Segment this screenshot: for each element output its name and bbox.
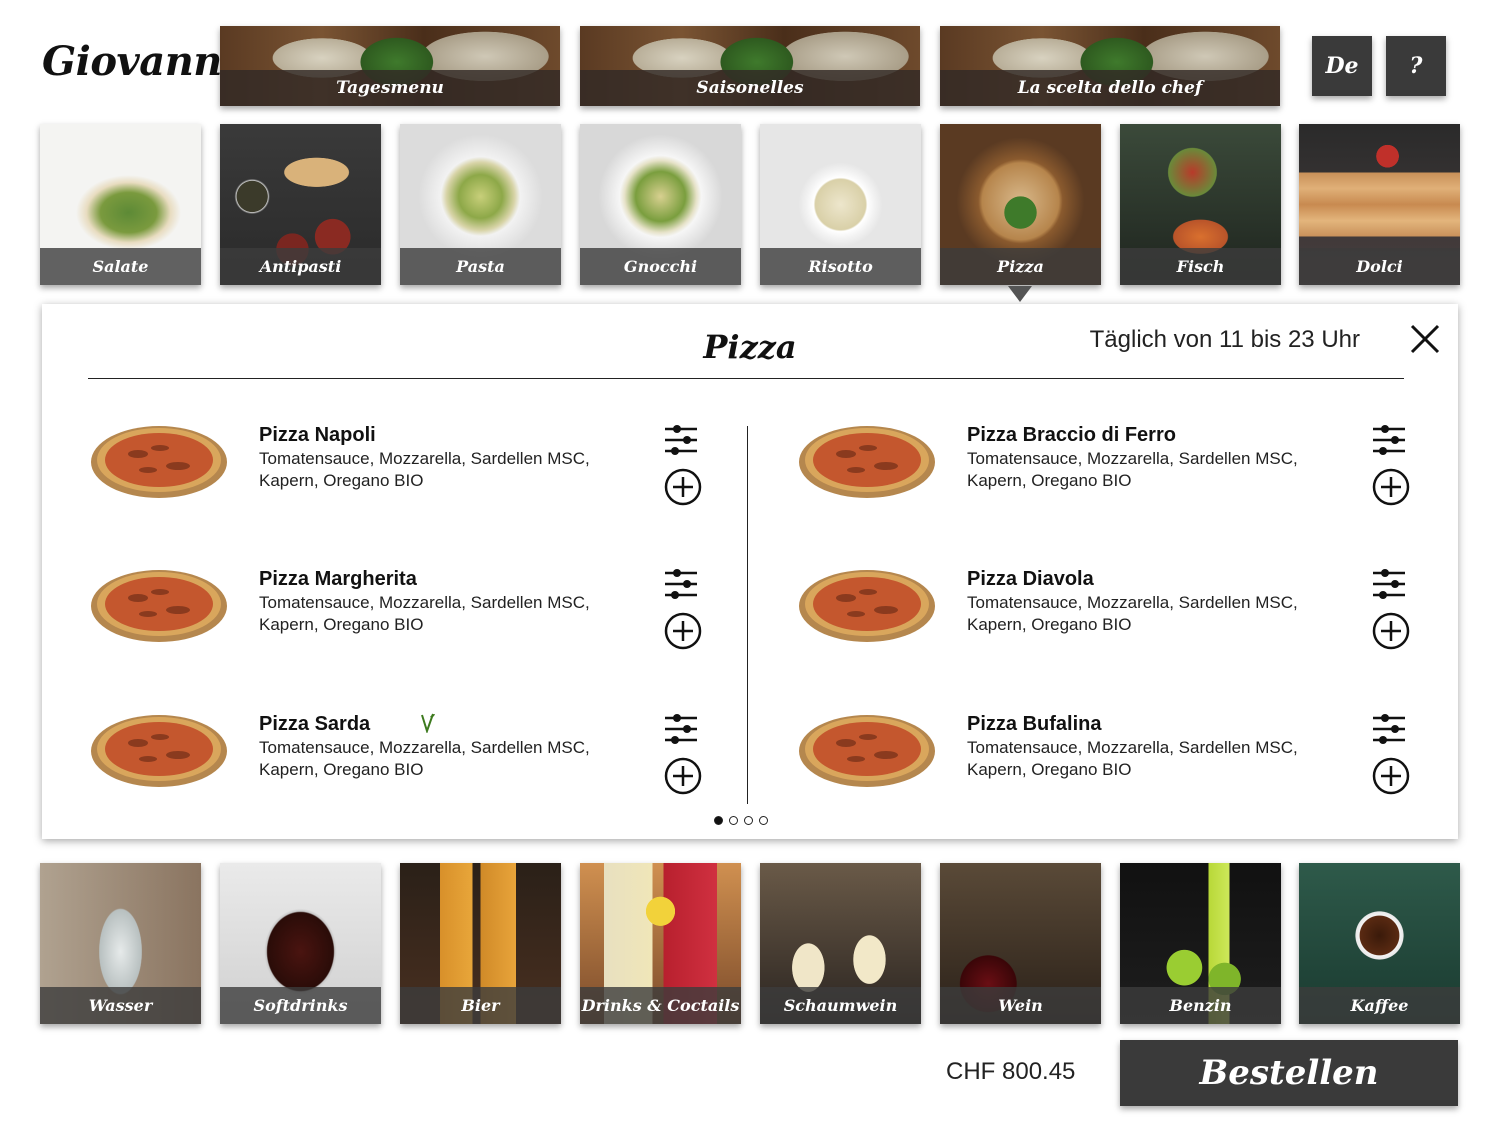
category-dolci[interactable]: Dolci: [1299, 124, 1460, 285]
category-label: Schaumwein: [760, 987, 921, 1024]
menu-item: Pizza Napoli Tomatensauce, Mozzarella, S…: [88, 408, 708, 508]
menu-item: Pizza Diavola Tomatensauce, Mozzarella, …: [796, 552, 1416, 652]
category-label: Pasta: [400, 248, 561, 285]
banner-label: Tagesmenu: [220, 70, 560, 106]
opening-hours: Täglich von 11 bis 23 Uhr: [1089, 326, 1360, 353]
add-to-order-icon[interactable]: [664, 612, 702, 650]
page-dot-4[interactable]: [759, 816, 768, 825]
brand-logo: Giovanni: [42, 38, 237, 85]
customize-icon[interactable]: [664, 712, 698, 746]
item-name: Pizza Margherita: [259, 568, 417, 590]
category-salate[interactable]: Salate: [40, 124, 201, 285]
column-divider: [747, 426, 748, 804]
category-label: Softdrinks: [220, 987, 381, 1024]
pizza-image[interactable]: [88, 418, 230, 500]
category-label: Fisch: [1120, 248, 1281, 285]
add-to-order-icon[interactable]: [1372, 757, 1410, 795]
banner-label: La scelta dello chef: [940, 70, 1280, 106]
menu-item: Pizza Braccio di Ferro Tomatensauce, Moz…: [796, 408, 1416, 508]
category-risotto[interactable]: Risotto: [760, 124, 921, 285]
close-icon[interactable]: [1408, 322, 1442, 356]
category-benzin[interactable]: Benzin: [1120, 863, 1281, 1024]
category-label: Gnocchi: [580, 248, 741, 285]
page-dot-2[interactable]: [729, 816, 738, 825]
pizza-image[interactable]: [796, 562, 938, 644]
category-label: Wasser: [40, 987, 201, 1024]
customize-icon[interactable]: [1372, 712, 1406, 746]
customize-icon[interactable]: [1372, 567, 1406, 601]
category-panel: Pizza Täglich von 11 bis 23 Uhr Pizza Na…: [42, 304, 1458, 839]
pagination-dots: [714, 816, 768, 825]
category-pasta[interactable]: Pasta: [400, 124, 561, 285]
order-total: CHF 800.45: [946, 1058, 1076, 1085]
category-pizza[interactable]: Pizza: [940, 124, 1101, 285]
selected-category-pointer: [1008, 286, 1032, 302]
pizza-image[interactable]: [796, 418, 938, 500]
help-button[interactable]: ?: [1386, 36, 1446, 96]
category-label: Benzin: [1120, 987, 1281, 1024]
order-button[interactable]: Bestellen: [1120, 1040, 1458, 1106]
banner-label: Saisonelles: [580, 70, 920, 106]
menu-item: Pizza Sarda Tomatensauce, Mozzarella, Sa…: [88, 697, 708, 797]
category-label: Dolci: [1299, 248, 1460, 285]
category-label: Salate: [40, 248, 201, 285]
category-label: Bier: [400, 987, 561, 1024]
category-kaffee[interactable]: Kaffee: [1299, 863, 1460, 1024]
category-label: Pizza: [940, 248, 1101, 285]
category-bier[interactable]: Bier: [400, 863, 561, 1024]
item-description: Tomatensauce, Mozzarella, Sardellen MSC,…: [967, 738, 1298, 779]
item-description: Tomatensauce, Mozzarella, Sardellen MSC,…: [967, 593, 1298, 634]
category-antipasti[interactable]: Antipasti: [220, 124, 381, 285]
category-label: Risotto: [760, 248, 921, 285]
page-dot-3[interactable]: [744, 816, 753, 825]
page-dot-1[interactable]: [714, 816, 723, 825]
add-to-order-icon[interactable]: [1372, 468, 1410, 506]
vegetarian-leaf-icon: [421, 713, 435, 733]
add-to-order-icon[interactable]: [664, 757, 702, 795]
category-label: Wein: [940, 987, 1101, 1024]
banner-tagesmenu[interactable]: Tagesmenu: [220, 26, 560, 106]
pizza-image[interactable]: [88, 562, 230, 644]
item-description: Tomatensauce, Mozzarella, Sardellen MSC,…: [259, 738, 590, 779]
category-label: Drinks & Coctails: [580, 987, 741, 1024]
item-description: Tomatensauce, Mozzarella, Sardellen MSC,…: [259, 449, 590, 490]
item-description: Tomatensauce, Mozzarella, Sardellen MSC,…: [967, 449, 1298, 490]
category-wein[interactable]: Wein: [940, 863, 1101, 1024]
panel-divider-line: [88, 378, 1404, 379]
language-button[interactable]: De: [1312, 36, 1372, 96]
customize-icon[interactable]: [664, 567, 698, 601]
item-description: Tomatensauce, Mozzarella, Sardellen MSC,…: [259, 593, 590, 634]
category-label: Kaffee: [1299, 987, 1460, 1024]
add-to-order-icon[interactable]: [664, 468, 702, 506]
item-name: Pizza Napoli: [259, 424, 376, 446]
category-softdrinks[interactable]: Softdrinks: [220, 863, 381, 1024]
category-wasser[interactable]: Wasser: [40, 863, 201, 1024]
category-drinks-coctails[interactable]: Drinks & Coctails: [580, 863, 741, 1024]
category-fisch[interactable]: Fisch: [1120, 124, 1281, 285]
item-name: Pizza Sarda: [259, 713, 371, 735]
pizza-image[interactable]: [88, 707, 230, 789]
customize-icon[interactable]: [1372, 423, 1406, 457]
pizza-image[interactable]: [796, 707, 938, 789]
category-label: Antipasti: [220, 248, 381, 285]
item-name: Pizza Diavola: [967, 568, 1094, 590]
category-schaumwein[interactable]: Schaumwein: [760, 863, 921, 1024]
category-gnocchi[interactable]: Gnocchi: [580, 124, 741, 285]
item-name: Pizza Braccio di Ferro: [967, 424, 1176, 446]
banner-saisonelles[interactable]: Saisonelles: [580, 26, 920, 106]
menu-item: Pizza Bufalina Tomatensauce, Mozzarella,…: [796, 697, 1416, 797]
menu-item: Pizza Margherita Tomatensauce, Mozzarell…: [88, 552, 708, 652]
customize-icon[interactable]: [664, 423, 698, 457]
banner-la-scelta-dello-chef[interactable]: La scelta dello chef: [940, 26, 1280, 106]
item-name: Pizza Bufalina: [967, 713, 1102, 735]
add-to-order-icon[interactable]: [1372, 612, 1410, 650]
